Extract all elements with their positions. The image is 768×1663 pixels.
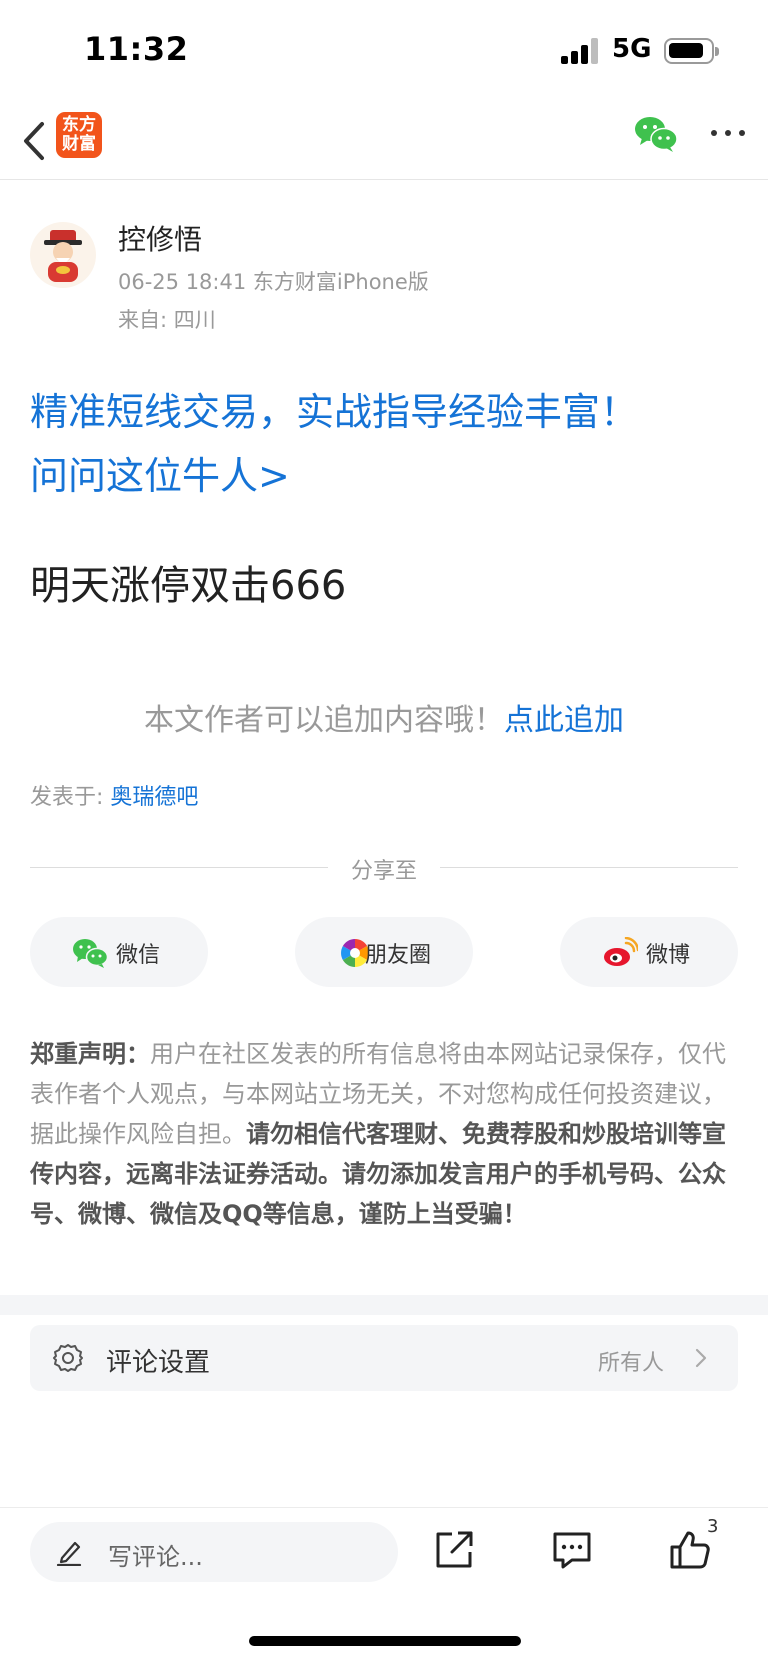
more-button[interactable]	[708, 118, 748, 148]
append-row: 本文作者可以追加内容哦！点此追加	[0, 695, 768, 739]
posted-in: 发表于: 奥瑞德吧	[30, 779, 198, 811]
share-out-icon	[436, 1531, 473, 1568]
app-logo-line1: 东方	[62, 115, 96, 135]
posted-in-prefix: 发表于:	[30, 785, 104, 810]
battery-icon	[664, 38, 719, 64]
promo-link[interactable]: 精准短线交易，实战指导经验丰富！ 问问这位牛人>	[30, 380, 740, 508]
like-button[interactable]	[668, 1528, 712, 1572]
wechat-share-button[interactable]	[634, 114, 678, 154]
app-logo: 东方 财富	[56, 112, 102, 158]
share-weibo-button[interactable]: 微博	[560, 917, 738, 987]
share-wechat-button[interactable]: 微信	[30, 917, 208, 987]
comment-settings-title: 评论设置	[106, 1348, 211, 1378]
comment-button[interactable]	[550, 1528, 594, 1572]
post-content: 明天涨停双击666	[30, 563, 347, 609]
forum-link[interactable]: 奥瑞德吧	[110, 785, 198, 810]
caishen-avatar-icon	[44, 230, 82, 282]
status-bar: 11:32 5G	[0, 0, 768, 100]
share-weibo-label: 微博	[646, 943, 691, 968]
append-hint: 本文作者可以追加内容哦！	[144, 703, 504, 738]
network-type: 5G	[612, 34, 652, 64]
promo-line1: 精准短线交易，实战指导经验丰富！	[30, 390, 639, 434]
thumbs-up-icon	[670, 1531, 710, 1569]
disclaimer: 郑重声明：用户在社区发表的所有信息将由本网站记录保存，仅代表作者个人观点，与本网…	[30, 1034, 742, 1234]
comment-input[interactable]: 写评论...	[30, 1522, 398, 1582]
gear-icon	[53, 1344, 83, 1372]
chevron-right-icon	[695, 1348, 707, 1368]
share-moments-button[interactable]: 朋友圈	[295, 917, 473, 987]
post-meta: 06-25 18:41 东方财富iPhone版	[118, 270, 429, 294]
comment-icon	[553, 1532, 591, 1569]
signal-icon	[561, 38, 601, 64]
append-link[interactable]: 点此追加	[504, 703, 624, 738]
nav-bar: 东方 财富	[0, 100, 768, 180]
status-time: 11:32	[84, 30, 189, 68]
share-divider: 分享至	[30, 853, 738, 884]
pen-icon	[56, 1541, 82, 1566]
chevron-left-icon	[24, 122, 44, 160]
wechat-icon	[635, 117, 678, 152]
divider-line-right	[440, 867, 738, 868]
bottom-bar: 写评论... 3	[0, 1507, 768, 1663]
more-dots-icon	[711, 130, 745, 136]
app-logo-line2: 财富	[62, 134, 96, 154]
promo-line2: 问问这位牛人>	[30, 454, 290, 498]
share-moments-label: 朋友圈	[365, 943, 432, 968]
section-separator	[0, 1295, 768, 1315]
avatar[interactable]	[30, 222, 96, 288]
share-button[interactable]	[432, 1528, 476, 1572]
disclaimer-title: 郑重声明：	[30, 1040, 150, 1068]
comment-placeholder: 写评论...	[108, 1543, 203, 1571]
like-count: 3	[707, 1516, 719, 1537]
wechat-icon	[73, 939, 108, 968]
weibo-icon	[604, 937, 638, 966]
home-indicator	[249, 1636, 521, 1646]
share-title: 分享至	[350, 859, 417, 884]
comment-settings-value: 所有人	[597, 1351, 664, 1376]
post-location: 来自: 四川	[118, 308, 216, 332]
back-button[interactable]	[14, 114, 54, 164]
share-wechat-label: 微信	[116, 943, 161, 968]
comment-settings-row[interactable]: 评论设置 所有人	[30, 1325, 738, 1391]
author-name[interactable]: 控修悟	[118, 218, 202, 258]
